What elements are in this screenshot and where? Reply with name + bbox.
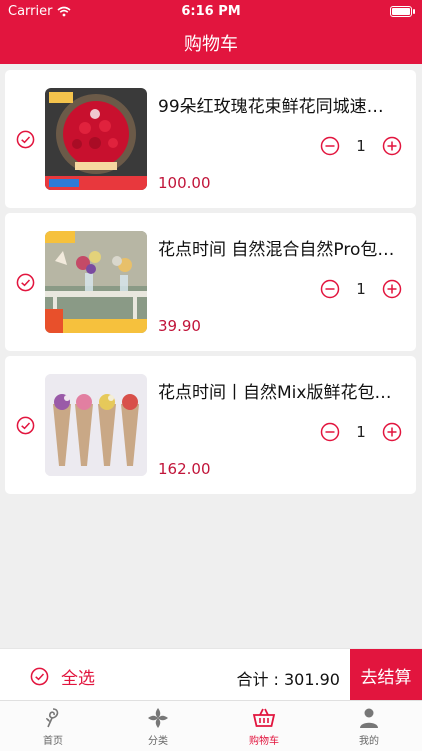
product-price: 100.00 [158, 174, 211, 192]
rose-icon [46, 708, 59, 728]
cart-list: 99朵红玫瑰花束鲜花同城速… 1 100.00 花点时间 自然混合自然Pro包…… [5, 70, 416, 499]
cart-item[interactable]: 花点时间丨自然Mix版鲜花包… 1 162.00 [5, 356, 416, 494]
cart-item[interactable]: 99朵红玫瑰花束鲜花同城速… 1 100.00 [5, 70, 416, 208]
clock: 6:16 PM [181, 4, 241, 19]
navigation-bar: Carrier 6:16 PM 购物车 [0, 0, 422, 64]
person-icon [360, 708, 378, 728]
plus-icon[interactable] [382, 136, 402, 156]
tab-category[interactable]: 分类 [128, 706, 188, 747]
product-title[interactable]: 花点时间丨自然Mix版鲜花包… [158, 378, 403, 403]
item-check-icon[interactable] [16, 273, 35, 292]
page-title: 购物车 [184, 34, 238, 55]
tab-label: 首页 [43, 736, 63, 747]
total-amount: 合计 : 301.90 [236, 670, 340, 689]
item-check-icon[interactable] [16, 130, 35, 149]
tab-profile[interactable]: 我的 [339, 706, 399, 747]
product-price: 39.90 [158, 317, 201, 335]
product-image-flower-vases[interactable] [45, 231, 147, 333]
product-title[interactable]: 99朵红玫瑰花束鲜花同城速… [158, 92, 403, 117]
quantity-value: 1 [356, 423, 366, 441]
product-image-kraft-bouquets[interactable] [45, 374, 147, 476]
minus-icon[interactable] [320, 136, 340, 156]
quantity-stepper: 1 [320, 136, 402, 156]
quantity-value: 1 [356, 137, 366, 155]
product-title[interactable]: 花点时间 自然混合自然Pro包… [158, 235, 403, 260]
minus-icon[interactable] [320, 422, 340, 442]
quantity-value: 1 [356, 280, 366, 298]
battery-icon [390, 6, 415, 17]
checkout-button[interactable]: 去结算 [350, 649, 422, 701]
tab-bar: 首页 分类 购物车 我的 [0, 700, 422, 751]
status-bar: Carrier 6:16 PM [0, 0, 422, 22]
minus-icon[interactable] [320, 279, 340, 299]
checkout-bar: 全选 合计 : 301.90 去结算 [0, 648, 422, 701]
tab-label: 我的 [359, 736, 379, 747]
tab-home[interactable]: 首页 [23, 706, 83, 747]
plus-icon[interactable] [382, 279, 402, 299]
petals-icon [148, 708, 168, 728]
basket-icon [252, 708, 276, 727]
quantity-stepper: 1 [320, 422, 402, 442]
select-all-toggle[interactable]: 全选 [30, 664, 95, 689]
tab-label: 分类 [148, 736, 168, 747]
cart-item[interactable]: 花点时间 自然混合自然Pro包… 1 39.90 [5, 213, 416, 351]
tab-cart[interactable]: 购物车 [234, 706, 294, 747]
select-all-label[interactable]: 全选 [61, 664, 95, 689]
plus-icon[interactable] [382, 422, 402, 442]
quantity-stepper: 1 [320, 279, 402, 299]
item-check-icon[interactable] [16, 416, 35, 435]
tab-label: 购物车 [249, 736, 279, 747]
product-image-rose-bouquet[interactable] [45, 88, 147, 190]
select-all-check-icon[interactable] [30, 667, 49, 686]
product-price: 162.00 [158, 460, 211, 478]
